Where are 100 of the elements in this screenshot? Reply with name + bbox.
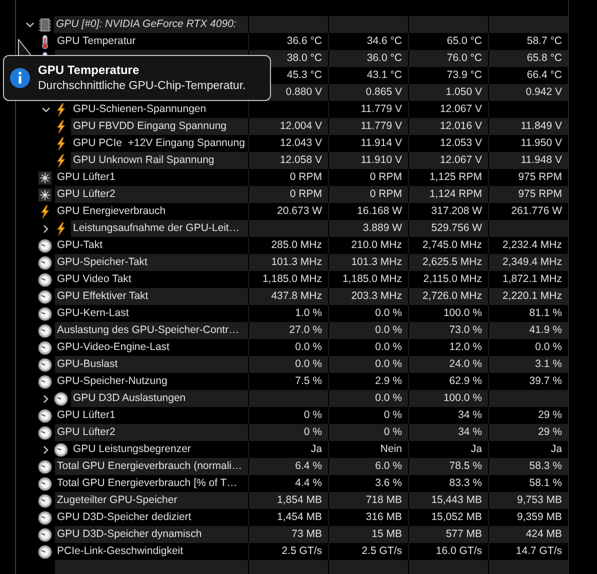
value-cell: 20.673 W [249,203,328,220]
fan-icon [38,170,52,184]
sensor-label[interactable]: GPU D3D-Speicher dynamisch [55,526,248,543]
value-cell: 316 MB [329,509,408,526]
value-cell: 11.948 V [489,152,568,169]
collapse-chevron-icon[interactable] [41,104,51,114]
value-cell: 6.4 % [249,458,328,475]
value-cell: 0 % [329,407,408,424]
sensor-label[interactable]: Total GPU Energieverbrauch (normali… [55,458,248,475]
value-cell: 2,232.4 MHz [489,237,568,254]
value-cell: 11.914 V [329,135,408,152]
value-cell: 3.1 % [489,356,568,373]
expand-chevron-icon[interactable] [41,394,51,404]
value-cell: 577 MB [409,526,488,543]
tooltip-text: Durchschnittliche GPU-Chip-Temperatur. [38,79,246,94]
value-cell: 0.0 % [249,339,328,356]
value-cell: 101.3 MHz [329,254,408,271]
collapse-chevron-icon[interactable] [25,20,35,30]
chip-icon [38,18,52,32]
sensor-label[interactable]: GPU Lüfter2 [55,186,248,203]
gauge-icon [38,256,52,270]
value-cell: 29 % [489,407,568,424]
gauge-icon [38,306,52,320]
value-cell: 81.1 % [489,305,568,322]
gauge-icon [38,528,52,542]
sensor-label[interactable]: GPU-Speicher-Takt [55,254,248,271]
lightning-icon [54,136,68,150]
value-cell: 203.3 MHz [329,288,408,305]
value-cell: 0.865 V [329,84,408,101]
value-cell: 12.004 V [249,118,328,135]
value-cell: 2,220.1 MHz [489,288,568,305]
value-cell: 1,872.1 MHz [489,271,568,288]
value-cell: 2,726.0 MHz [409,288,488,305]
sensor-label[interactable]: GPU FBVDD Eingang Spannung [71,118,248,135]
sensor-group-label[interactable]: Leistungsaufnahme der GPU-Leit… [71,220,248,237]
gauge-icon [38,510,52,524]
expand-chevron-icon[interactable] [41,444,51,454]
value-cell: 58.1 % [489,475,568,492]
value-cell: 58.7 °C [489,33,568,50]
gauge-icon [38,460,52,474]
value-cell: 1,124 RPM [409,186,488,203]
value-cell: 0.0 % [249,356,328,373]
value-cell: 34 % [409,424,488,441]
sensor-group-label[interactable]: GPU D3D Auslastungen [71,390,248,407]
value-cell: 1.0 % [249,305,328,322]
sensor-label[interactable]: Zugeteilter GPU-Speicher [55,492,248,509]
value-cell: 0.942 V [489,84,568,101]
gauge-icon [38,324,52,338]
sensor-label[interactable]: GPU-Buslast [55,356,248,373]
sensor-label[interactable]: GPU Effektiver Takt [55,288,248,305]
gauge-icon [54,442,68,456]
sensor-label[interactable]: GPU Lüfter2 [55,424,248,441]
value-cell: 11.849 V [489,118,568,135]
device-name[interactable]: GPU [#0]: NVIDIA GeForce RTX 4090: [54,16,248,33]
gauge-icon [38,408,52,422]
value-cell: 101.3 MHz [249,254,328,271]
value-cell: 12.053 V [409,135,488,152]
value-cell: 73.0 % [409,322,488,339]
value-cell: 65.0 °C [409,33,488,50]
value-cell: 317.208 W [409,203,488,220]
value-cell: 100.0 % [409,390,488,407]
lightning-icon [54,120,68,134]
value-cell: 0.0 % [329,322,408,339]
value-cell: 36.0 °C [329,50,408,67]
value-cell: 3.889 W [329,220,408,237]
value-cell: Ja [409,441,488,458]
value-cell: 0.0 % [329,305,408,322]
value-cell: 12.067 V [409,152,488,169]
value-cell: 73.9 °C [409,67,488,84]
value-cell: 15,443 MB [409,492,488,509]
gauge-icon [38,272,52,286]
gauge-icon [38,358,52,372]
lightning-icon [54,102,68,116]
sensor-label[interactable]: GPU Unknown Rail Spannung [71,152,248,169]
value-cell: 1,125 RPM [409,169,488,186]
value-cell: 2,115.0 MHz [409,271,488,288]
value-cell: 27.0 % [249,322,328,339]
value-cell: 718 MB [329,492,408,509]
sensor-label[interactable]: Auslastung des GPU-Speicher-Contr… [55,322,248,339]
value-cell: 1,854 MB [249,492,328,509]
info-icon [10,68,30,88]
value-cell: 1,185.0 MHz [329,271,408,288]
value-cell: 0 RPM [329,169,408,186]
value-cell: 2.9 % [329,373,408,390]
value-cell: 2,349.4 MHz [489,254,568,271]
gauge-icon [38,238,52,252]
lightning-icon [38,204,52,218]
value-cell: 100.0 % [409,305,488,322]
value-cell: 66.4 °C [489,67,568,84]
value-cell: 6.0 % [329,458,408,475]
value-cell: 2.5 GT/s [249,543,328,560]
lightning-icon [54,154,68,168]
tooltip-title: GPU Temperature [38,62,140,78]
expand-chevron-icon[interactable] [41,224,51,234]
gauge-icon [54,392,68,406]
value-cell: 2.5 GT/s [329,543,408,560]
value-cell: 65.8 °C [489,50,568,67]
value-cell: 0 % [249,407,328,424]
value-cell: 261.776 W [489,203,568,220]
value-cell: Ja [249,441,328,458]
